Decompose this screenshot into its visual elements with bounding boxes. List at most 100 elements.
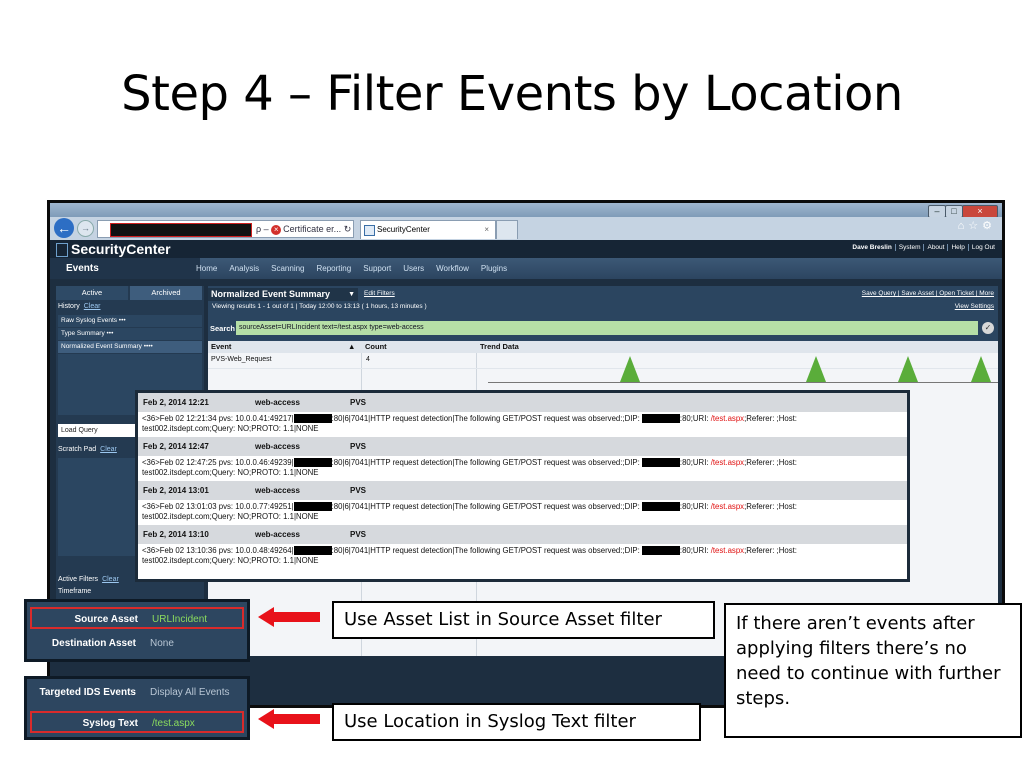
trend-marker [806,356,826,382]
filters-clear-link[interactable]: Clear [102,576,119,583]
event-count-cell: 4 [366,356,370,363]
callout-no-events: If there aren’t events after applying fi… [724,603,1022,738]
address-bar[interactable]: ρ – × Certificate er... ↻ [97,220,354,238]
redacted-ip [293,502,332,512]
action-links[interactable]: Save Query | Save Asset | Open Ticket | … [862,290,994,297]
search-go-icon[interactable]: ✓ [982,322,994,334]
redacted-ip [641,546,680,556]
timeframe-label: Timeframe [58,588,92,595]
list-item[interactable]: Type Summary ••• [58,328,202,341]
forward-arrow-icon[interactable]: → [77,220,94,237]
event-message: <36>Feb 02 12:21:34 pvs: 10.0.0.41:49217… [142,414,797,433]
new-tab-button[interactable] [496,220,518,239]
redacted-ip [293,546,332,556]
tab-label: SecurityCenter [377,225,430,234]
event-date: Feb 2, 2014 13:01 [143,486,209,495]
scratch-pad-header: Scratch Pad Clear [58,446,117,453]
filter-value[interactable]: URLIncident [152,609,207,631]
slide-title: Step 4 – Filter Events by Location [121,66,903,122]
column-header-count[interactable]: Count [365,341,387,353]
view-settings-link[interactable]: View Settings [955,303,994,310]
result-status: Viewing results 1 - 1 out of 1 | Today 1… [212,303,427,310]
source-asset-filter[interactable]: Source Asset URLIncident [30,607,244,629]
event-row-header: Feb 2, 2014 13:01 web-access PVS [138,481,907,500]
list-item[interactable]: Raw Syslog Events ••• [58,315,202,328]
column-header-trend[interactable]: Trend Data [480,341,519,353]
syslog-text-filter[interactable]: Syslog Text /test.aspx [30,711,244,733]
left-arrow-icon [258,607,320,627]
event-name-cell[interactable]: PVS-Web_Request [211,356,272,363]
about-link[interactable]: About [923,244,948,251]
event-message: <36>Feb 02 12:47:25 pvs: 10.0.0.46:49239… [142,458,797,477]
tab-securitycenter[interactable]: SecurityCenter × [360,220,496,239]
targeted-ids-filter[interactable]: Targeted IDS Events Display All Events [30,682,244,704]
edit-filters-link[interactable]: Edit Filters [364,290,395,297]
address-bar-status: ρ – × Certificate er... ↻ [256,221,351,237]
logo-mark-icon [56,243,68,258]
tab-close-icon[interactable]: × [484,221,489,239]
browser-navbar: ← → ρ – × Certificate er... ↻ SecurityCen… [50,217,1002,240]
redacted-ip [641,414,680,424]
help-link[interactable]: Help [947,244,968,251]
event-type: web-access [255,398,300,407]
table-header: Event ▲ Count Trend Data [208,341,998,353]
tab-active[interactable]: Active [56,286,128,300]
nav-plugins[interactable]: Plugins [481,264,507,273]
tool-select[interactable]: Normalized Event Summary ▼ [208,288,358,301]
tab-archived[interactable]: Archived [130,286,202,300]
column-header-event[interactable]: Event [211,341,231,353]
main-nav: Home Analysis Scanning Reporting Support User… [190,258,513,279]
nav-home[interactable]: Home [196,264,217,273]
event-date: Feb 2, 2014 12:21 [143,398,209,407]
event-row-header: Feb 2, 2014 12:21 web-access PVS [138,393,907,412]
event-source: PVS [350,398,367,407]
section-title: Events [50,258,200,279]
chevron-down-icon: ▼ [348,291,355,298]
scratch-clear-link[interactable]: Clear [100,446,117,453]
logout-link[interactable]: Log Out [967,244,998,251]
trend-marker [898,356,918,382]
event-message: <36>Feb 02 13:10:36 pvs: 10.0.0.48:49264… [142,546,797,565]
filter-label: Source Asset [74,614,138,625]
redacted-url [110,223,252,237]
filter-value[interactable]: /test.aspx [152,713,195,735]
history-clear-link[interactable]: Clear [84,303,101,310]
nav-scanning[interactable]: Scanning [271,264,304,273]
filter-value[interactable]: None [150,633,174,655]
nav-support[interactable]: Support [363,264,391,273]
destination-asset-filter[interactable]: Destination Asset None [30,633,244,655]
user-links: Dave Breslin System About Help Log Out [849,244,998,251]
system-link[interactable]: System [894,244,924,251]
nav-users[interactable]: Users [403,264,424,273]
window-titlebar: – □ × [50,203,1002,218]
row-divider [208,368,998,369]
user-name-link[interactable]: Dave Breslin [849,244,894,251]
event-source: PVS [350,530,367,539]
list-item[interactable]: Normalized Event Summary •••• [58,341,202,354]
event-row-header: Feb 2, 2014 13:10 web-access PVS [138,525,907,544]
callout-asset-list: Use Asset List in Source Asset filter [332,601,715,639]
event-message: <36>Feb 02 13:01:03 pvs: 10.0.0.77:49251… [142,502,797,521]
search-label: Search [210,324,236,333]
search-input[interactable]: sourceAsset=URLIncident text=/test.aspx … [236,321,978,335]
filter-label: Targeted IDS Events [39,687,136,698]
page-favicon-icon [364,225,375,236]
history-header: History Clear [58,303,101,310]
load-query-select[interactable]: Load Query [58,424,136,437]
refresh-icon[interactable]: ↻ [344,224,352,234]
event-source: PVS [350,442,367,451]
home-star-gear-icons[interactable]: ⌂☆⚙ [958,219,996,232]
event-type: web-access [255,486,300,495]
nav-analysis[interactable]: Analysis [229,264,259,273]
back-arrow-icon[interactable]: ← [54,218,74,238]
sort-arrow-icon[interactable]: ▲ [348,341,355,353]
certificate-error-label[interactable]: Certificate er... [283,224,341,234]
search-dropdown-icon[interactable]: ρ – [256,224,269,234]
nav-reporting[interactable]: Reporting [317,264,352,273]
securitycenter-logo: SecurityCenter [56,241,171,258]
filter-label: Syslog Text [82,718,138,729]
sidebar-tabs: Active Archived [56,286,204,300]
left-arrow-icon [258,709,320,729]
nav-workflow[interactable]: Workflow [436,264,469,273]
filter-value[interactable]: Display All Events [150,682,229,704]
